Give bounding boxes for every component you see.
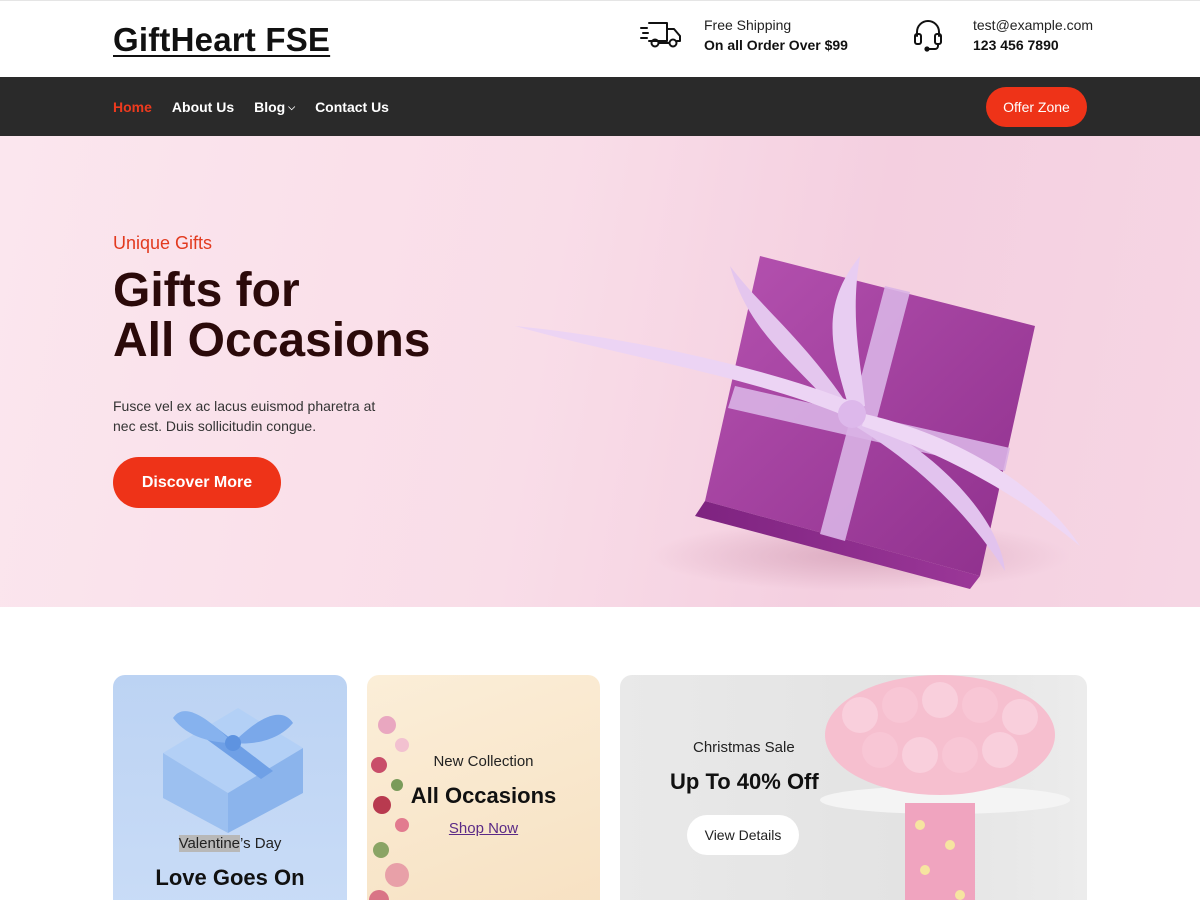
promo-card-all-occasions[interactable]: New Collection All Occasions Shop Now [367, 675, 600, 900]
site-header: GiftHeart FSE Free Shipping On all Order… [0, 0, 1200, 77]
view-details-button[interactable]: View Details [687, 815, 799, 855]
delivery-truck-icon [638, 15, 684, 55]
hero-description: Fusce vel ex ac lacus euismod pharetra a… [113, 398, 376, 434]
nav-item-home[interactable]: Home [113, 99, 152, 115]
card-kicker: Valentine’s Day [113, 835, 347, 852]
card-kicker: New Collection [433, 753, 534, 770]
hero-title: Gifts for All Occasions [113, 264, 431, 367]
contact-info: test@example.com 123 456 7890 [910, 15, 1093, 55]
gift-box-image [515, 256, 1080, 591]
shop-now-link[interactable]: Shop Now [367, 820, 600, 837]
nav-item-contact-us[interactable]: Contact Us [315, 99, 389, 115]
hero-kicker: Unique Gifts [113, 233, 213, 253]
cake-image [820, 675, 1070, 900]
blue-gift-image [163, 708, 303, 833]
offer-zone-button[interactable]: Offer Zone [986, 87, 1087, 127]
discover-more-button[interactable]: Discover More [113, 457, 281, 508]
shipping-subtitle: On all Order Over $99 [704, 37, 848, 53]
shipping-info: Free Shipping On all Order Over $99 [638, 15, 848, 55]
nav-item-about-us[interactable]: About Us [172, 99, 234, 115]
card-title: All Occasions [410, 783, 557, 808]
main-navigation: Home About Us Blog ⌵ Contact Us Offer Zon… [0, 77, 1200, 136]
chevron-down-icon: ⌵ [288, 102, 296, 112]
hero-banner: Unique Gifts Gifts for All Occasions Fus… [0, 136, 1200, 607]
nav-menu: Home About Us Blog ⌵ Contact Us [113, 77, 409, 136]
site-logo[interactable]: GiftHeart FSE [113, 21, 330, 59]
card-title: Love Goes On [155, 865, 305, 890]
card-title: Up To 40% Off [670, 769, 819, 794]
headset-icon [910, 15, 946, 55]
card-kicker: Christmas Sale [693, 739, 795, 756]
contact-email[interactable]: test@example.com [973, 15, 1093, 35]
card-kicker-highlight: Valentine [178, 835, 241, 852]
promo-card-valentines[interactable]: Valentine’s Day Love Goes On [113, 675, 347, 900]
promo-card-christmas-sale[interactable]: Christmas Sale Up To 40% Off View Detail… [620, 675, 1087, 900]
contact-phone[interactable]: 123 456 7890 [973, 35, 1093, 55]
shipping-title: Free Shipping [704, 17, 792, 33]
nav-item-blog[interactable]: Blog ⌵ [254, 99, 295, 115]
card-kicker-rest: ’s Day [240, 835, 282, 852]
